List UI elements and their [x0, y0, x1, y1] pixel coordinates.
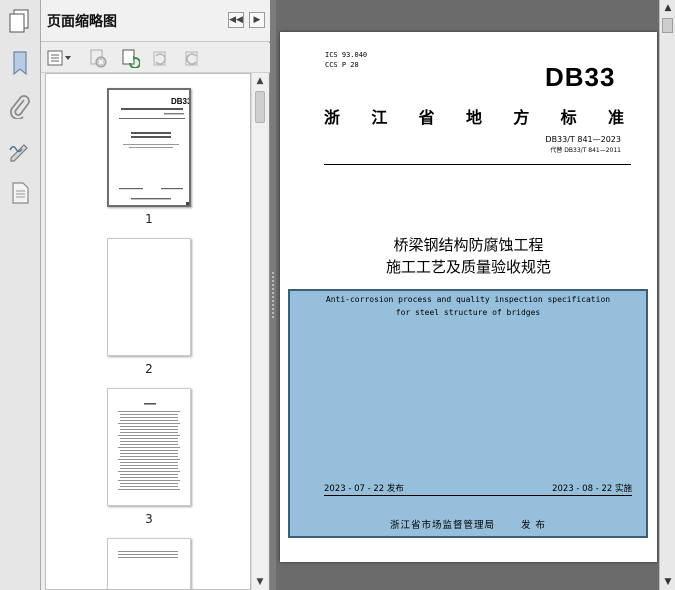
header-rule	[324, 164, 631, 165]
panel-title: 页面缩略图	[47, 14, 117, 30]
attachment-paperclip-icon[interactable]	[6, 92, 34, 122]
rotate-right-icon	[185, 51, 198, 66]
implementation-date: 2023 - 08 - 22 实施	[552, 484, 632, 494]
rotate-right-button[interactable]	[181, 48, 203, 68]
insert-page-icon	[122, 49, 140, 68]
scroll-down-arrow-icon[interactable]: ▼	[660, 574, 675, 590]
thumbnail-label-2: 2	[145, 362, 153, 376]
thumbnail-list: DB33 1 2 3	[45, 73, 251, 590]
svg-text:DB33: DB33	[171, 97, 191, 106]
ics-classification: ICS 93.040 CCS P 28	[325, 50, 367, 70]
issuing-organization: 浙 江 省 地 方 标 准	[324, 104, 624, 128]
org-char: 江	[371, 108, 388, 127]
list-options-icon	[47, 50, 71, 66]
ics-code: ICS 93.040	[325, 51, 368, 59]
thumbnail-label-3: 3	[145, 512, 153, 526]
thumbnail-page-2[interactable]	[107, 238, 191, 356]
thumbnail-page-1[interactable]: DB33	[107, 88, 191, 207]
insert-pages-button[interactable]	[119, 48, 141, 68]
thumbnail-scrollbar[interactable]: ▲ ▼	[251, 73, 267, 590]
replaces-standard: 代替 DB33/T 841—2011	[550, 147, 621, 154]
contents-page-preview	[118, 403, 180, 490]
title-line-2: 施工工艺及质量验收规范	[385, 258, 551, 276]
pages-icon	[7, 8, 31, 38]
standard-number: DB33/T 841—2023 代替 DB33/T 841—2011	[545, 134, 621, 156]
signature-pen-icon[interactable]	[6, 136, 34, 166]
title-line-1: 桥梁钢结构防腐蚀工程	[393, 236, 544, 254]
triangle-right-icon: ▶	[253, 15, 261, 25]
page-4-preview	[118, 551, 178, 558]
org-char: 浙	[324, 108, 341, 127]
delete-pages-button[interactable]	[87, 48, 109, 68]
rotate-left-button[interactable]	[149, 48, 171, 68]
org-char: 地	[465, 108, 482, 127]
scroll-thumb[interactable]	[255, 91, 265, 123]
page-thumbnails-panel: 页面缩略图 ◀◀ ▶ DB33 1 2 3 ▲ ▼	[9, 0, 270, 590]
ccs-code: CCS P 28	[325, 61, 359, 69]
navigation-pane-strip	[0, 0, 41, 590]
english-title-line-1: Anti-corrosion process and quality inspe…	[325, 295, 611, 304]
page-document-icon[interactable]	[6, 178, 34, 208]
splitter-grip[interactable]	[272, 272, 274, 320]
document-scroll-thumb[interactable]	[662, 18, 673, 33]
publisher-name: 浙江省市场监督管理局	[389, 520, 495, 531]
publisher: 浙江省市场监督管理局 发 布	[290, 517, 646, 531]
scroll-up-arrow-icon[interactable]: ▲	[252, 73, 268, 89]
options-menu-button[interactable]	[47, 48, 73, 68]
org-char: 标	[560, 108, 577, 127]
collapse-panel-button[interactable]: ◀◀	[228, 12, 244, 28]
date-row: 2023 - 07 - 22 发布 2023 - 08 - 22 实施	[324, 482, 632, 496]
rotate-left-icon	[153, 51, 166, 66]
db-standard-logo: DB33	[545, 62, 616, 92]
publish-label: 发 布	[521, 520, 547, 531]
cover-page-preview: DB33	[119, 97, 191, 205]
panel-splitter[interactable]	[270, 0, 276, 590]
standard-code: DB33/T 841—2023	[545, 135, 621, 144]
thumbnail-label-1: 1	[145, 212, 153, 226]
delete-page-icon	[90, 49, 107, 68]
org-char: 准	[607, 108, 624, 127]
thumbnail-toolbar	[41, 43, 270, 73]
english-title-line-2: for steel structure of bridges	[395, 308, 541, 317]
issue-date: 2023 - 07 - 22 发布	[324, 484, 404, 494]
panel-menu-button[interactable]: ▶	[249, 12, 265, 28]
scroll-down-arrow-icon[interactable]: ▼	[252, 574, 268, 590]
scroll-up-arrow-icon[interactable]: ▲	[660, 0, 675, 16]
panel-header: 页面缩略图 ◀◀ ▶	[9, 0, 270, 42]
document-page: ICS 93.040 CCS P 28 DB33 浙 江 省 地 方 标 准 D…	[280, 32, 657, 562]
english-title: Anti-corrosion process and quality inspe…	[290, 293, 646, 319]
pdf-viewer: 页面缩略图 ◀◀ ▶ DB33 1 2 3 ▲ ▼ ICS 93.040 CCS…	[0, 0, 675, 590]
document-scrollbar[interactable]: ▲ ▼	[659, 0, 675, 590]
bookmarks-icon[interactable]	[6, 48, 34, 78]
thumbnail-page-3[interactable]	[107, 388, 191, 506]
document-title: 桥梁钢结构防腐蚀工程 施工工艺及质量验收规范	[280, 234, 657, 278]
cover-info-block: Anti-corrosion process and quality inspe…	[288, 289, 648, 538]
org-char: 省	[418, 108, 435, 127]
double-chevron-left-icon: ◀◀	[229, 15, 243, 25]
org-char: 方	[513, 108, 530, 127]
thumbnail-page-4[interactable]	[107, 538, 191, 589]
